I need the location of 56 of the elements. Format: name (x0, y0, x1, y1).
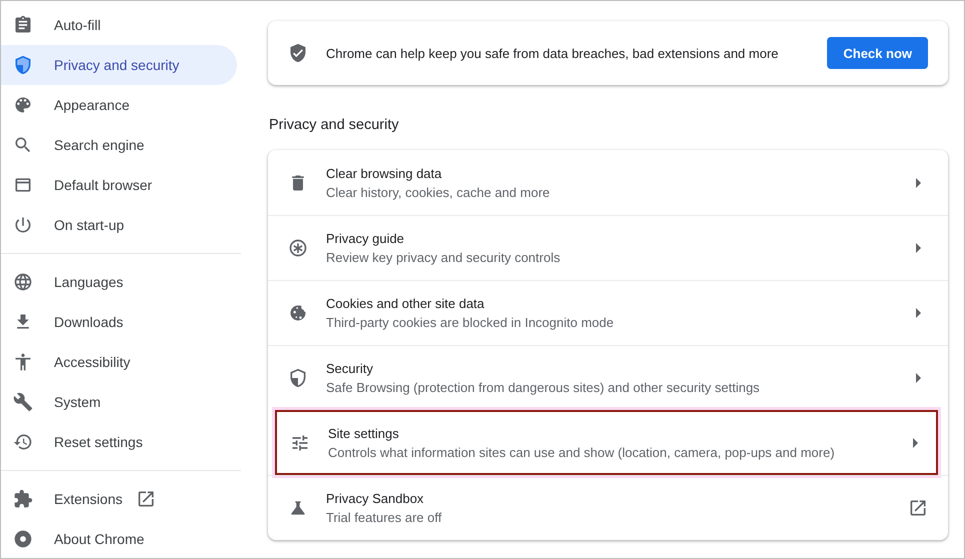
sidebar-item[interactable]: Search engine (1, 125, 237, 165)
safety-check-text: Chrome can help keep you safe from data breaches, bad extensions and more (326, 46, 780, 60)
caret-icon (916, 243, 921, 253)
shield-icon (288, 368, 308, 388)
row-title: Privacy guide (326, 231, 406, 246)
sidebar-item[interactable]: Auto-fill (1, 5, 237, 45)
row-description: Safe Browsing (protection from dangerous sites) and other security settings (326, 380, 761, 395)
check-now-button[interactable]: Check now (827, 37, 928, 69)
cookie-icon (288, 303, 308, 323)
settings-row[interactable]: Site settings Controls what information sites can use and show (location, camera, pop-ups and more) (275, 410, 938, 475)
chrome-logo-icon (13, 529, 33, 549)
row-title: Privacy Sandbox (326, 491, 425, 506)
shield-icon (13, 55, 33, 75)
search-icon (13, 135, 33, 155)
caret-icon (913, 438, 918, 448)
globe-icon (13, 272, 33, 292)
wrench-icon (13, 392, 33, 412)
sidebar-item[interactable]: Accessibility (1, 342, 237, 382)
history-icon (13, 432, 33, 452)
row-description: Clear history, cookies, cache and more (326, 184, 551, 200)
caret-icon (916, 373, 921, 383)
sidebar-item[interactable]: About Chrome (1, 519, 237, 558)
external-link-icon (136, 489, 156, 509)
section-heading: Privacy and security (269, 117, 400, 133)
sidebar-item[interactable]: Reset settings (1, 422, 237, 462)
row-description: Review key privacy and security controls (326, 250, 562, 265)
caret-icon (916, 178, 921, 188)
sidebar-item[interactable]: Appearance (1, 85, 237, 125)
row-title: Cookies and other site data (326, 296, 486, 311)
row-title: Site settings (328, 426, 400, 440)
sidebar-item[interactable]: Extensions (1, 479, 237, 519)
sidebar-item[interactable]: System (1, 382, 237, 422)
settings-row[interactable]: Privacy guide Review key privacy and security controls (268, 215, 948, 280)
sidebar-item[interactable]: Default browser (1, 165, 237, 205)
clipboard-icon (13, 15, 33, 35)
settings-row[interactable]: Clear browsing data Clear history, cookies, cache and more (268, 150, 948, 215)
palette-icon (13, 95, 33, 115)
external-link-icon (908, 498, 928, 518)
settings-row[interactable]: Privacy Sandbox Trial features are off (268, 475, 948, 540)
settings-row[interactable]: Security Safe Browsing (protection from dangerous sites) and other security settings (268, 345, 948, 410)
sidebar-item[interactable]: Languages (1, 262, 237, 302)
sidebar-item[interactable]: On start-up (1, 205, 237, 245)
row-description: Controls what information sites can use and show (location, camera, pop-ups and more) (328, 444, 836, 460)
sidebar-item[interactable]: Privacy and security (1, 45, 237, 85)
sliders-icon (290, 432, 310, 452)
row-title: Security (326, 361, 374, 376)
person-icon (13, 352, 33, 372)
row-description: Trial features are off (326, 510, 443, 525)
power-icon (13, 215, 33, 235)
settings-row[interactable]: Cookies and other site data Third-party cookies are blocked in Incognito mode (268, 280, 948, 345)
puzzle-piece-icon (13, 489, 33, 509)
caret-icon (916, 308, 921, 318)
sidebar-item[interactable]: Downloads (1, 302, 237, 342)
row-title: Clear browsing data (326, 166, 443, 180)
shield-check-icon (288, 43, 308, 63)
row-description: Third-party cookies are blocked in Incognito mode (326, 315, 615, 330)
